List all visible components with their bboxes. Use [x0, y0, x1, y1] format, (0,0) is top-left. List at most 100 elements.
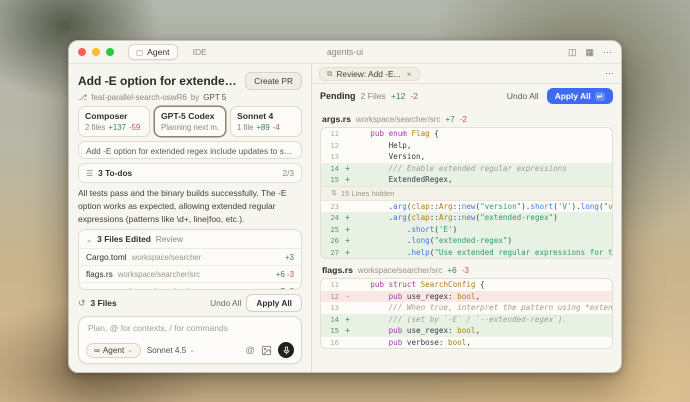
undo-all-button-left[interactable]: Undo All [210, 298, 241, 308]
agent-cards: Composer2 files+137-59GPT-5 CodexPlannin… [78, 106, 302, 137]
file-row[interactable]: Cargo.toml workspace/searcher +3 [79, 249, 301, 265]
review-tabbar: ⧉ Review: Add -E... × ⋯ [312, 64, 621, 84]
review-tab-label: Review: Add -E... [336, 69, 400, 79]
code-text: .short('E') [352, 225, 612, 234]
app-window: agents-ui ▢ Agent IDE ◫ ▦ ⋯ Add -E optio… [68, 40, 622, 373]
file-row[interactable]: flags.rsworkspace/searcher/src+6-3 [79, 265, 301, 282]
apply-all-label: Apply All [555, 91, 591, 101]
tab-agent-label: Agent [147, 47, 169, 57]
diff-file-header[interactable]: flags.rsworkspace/searcher/src+6-3 [320, 262, 613, 278]
minimize-window-button[interactable] [92, 48, 100, 56]
code-text: pub verbose: bool, [352, 338, 612, 347]
model-selector[interactable]: Sonnet 4.5 ⌄ [147, 346, 195, 355]
diff-file-header[interactable]: args.rsworkspace/searcher/src+7-2 [320, 111, 613, 127]
agent-card[interactable]: GPT-5 CodexPlanning next m... [154, 106, 226, 137]
added-count: +7 [276, 287, 285, 290]
code-text: /// (set by `-E` / `--extended-regex`). [352, 315, 612, 324]
composer-controls: ∞ Agent ⌄ Sonnet 4.5 ⌄ @ [86, 342, 294, 358]
agent-card[interactable]: Sonnet 4 1 file+89-4 [230, 106, 302, 137]
agent-panel: Add -E option for extended regex Create … [69, 64, 312, 372]
agent-card-title: GPT-5 Codex [161, 111, 219, 121]
diff-sign: + [343, 213, 352, 222]
file-name: Cargo.toml [86, 252, 127, 262]
file-path: workspace/searcher [132, 253, 280, 262]
code-card: 11 pub enum Flag {12 Help,13 Version,14+… [320, 127, 613, 259]
return-key-icon: ↵ [595, 92, 605, 101]
branch-model: GPT 5 [203, 94, 226, 102]
hidden-lines-row[interactable]: ⇅15 Lines hidden [321, 186, 612, 201]
diff-file-section: flags.rsworkspace/searcher/src+6-311 pub… [320, 262, 613, 349]
layout-columns-icon[interactable]: ◫ [568, 47, 577, 58]
review-link[interactable]: Review [156, 234, 183, 244]
branch-row: ⎇ feat-parallel-search-oswR6 by GPT 5 [78, 94, 302, 102]
tab-ide[interactable]: IDE [186, 45, 214, 59]
diff-line: 14+ /// Enable extended regular expressi… [321, 163, 612, 175]
diff-line: 15+ pub use_regex: bool, [321, 325, 612, 337]
line-number: 14 [321, 164, 343, 173]
create-pr-button[interactable]: Create PR [245, 72, 302, 90]
diff-line: 14+ /// (set by `-E` / `--extended-regex… [321, 314, 612, 326]
file-name: flags.rs [86, 269, 113, 279]
composer-input[interactable]: Plan, @ for contexts, / for commands ∞ A… [78, 316, 302, 364]
line-number: 15 [321, 175, 343, 184]
removed-count: -3 [287, 270, 294, 279]
close-review-tab-icon[interactable]: × [407, 69, 412, 79]
prompt-preview[interactable]: Add -E option for extended regex include… [78, 141, 302, 160]
tab-agent[interactable]: ▢ Agent [128, 44, 178, 60]
close-window-button[interactable] [78, 48, 86, 56]
agent-card-title: Composer [85, 111, 143, 121]
file-path: workspace/searcher/src [358, 266, 442, 275]
files-edited-header[interactable]: ⌄ 3 Files Edited Review [79, 230, 301, 249]
line-number: 15 [321, 326, 343, 335]
file-row[interactable]: args.rsworkspace/searcher/src+7-2 [79, 282, 301, 290]
task-header: Add -E option for extended regex Create … [78, 72, 302, 90]
line-number: 11 [321, 280, 343, 289]
agent-card[interactable]: Composer2 files+137-59 [78, 106, 150, 137]
diff-sign: + [343, 315, 352, 324]
removed-count: -4 [273, 123, 280, 132]
apply-all-button-left[interactable]: Apply All [246, 294, 302, 312]
file-diff-counts: +3 [285, 253, 294, 262]
apply-all-button[interactable]: Apply All ↵ [547, 88, 613, 104]
diff-sign: + [343, 236, 352, 245]
diff-line: 25+ .short('E') [321, 224, 612, 236]
agent-mode-label: Agent [103, 346, 124, 355]
todos-label: 3 To-dos [98, 168, 132, 178]
undo-all-button[interactable]: Undo All [507, 91, 539, 101]
code-text: pub struct SearchConfig { [352, 280, 612, 289]
code-text: ExtendedRegex, [352, 175, 612, 184]
branch-name[interactable]: feat-parallel-search-oswR6 [91, 94, 187, 102]
file-diff-counts: +6-3 [276, 270, 294, 279]
removed-count: -59 [129, 123, 140, 132]
voice-input-button[interactable] [278, 342, 294, 358]
mention-icon[interactable]: @ [245, 345, 255, 356]
line-number: 13 [321, 303, 343, 312]
todos-box[interactable]: ☰ 3 To-dos 2/3 [78, 163, 302, 183]
composer-placeholder: Plan, @ for contexts, / for commands [79, 317, 301, 339]
history-icon: ↺ [78, 298, 86, 309]
diff-sign: + [343, 225, 352, 234]
files-edited-label: 3 Files Edited [97, 234, 150, 244]
diff-line: 11 pub struct SearchConfig { [321, 279, 612, 291]
file-name: flags.rs [322, 265, 353, 275]
layout-grid-icon[interactable]: ▦ [585, 47, 594, 58]
code-text: /// Enable extended regular expressions [352, 164, 612, 173]
agent-mode-selector[interactable]: ∞ Agent ⌄ [86, 343, 141, 358]
zoom-window-button[interactable] [106, 48, 114, 56]
agent-card-title: Sonnet 4 [237, 111, 295, 121]
review-added-count: +12 [391, 91, 406, 101]
line-number: 26 [321, 236, 343, 245]
agent-card-sub: 1 file+89-4 [237, 123, 295, 132]
line-number: 12 [321, 292, 343, 301]
diff-sign: - [343, 292, 352, 301]
traffic-lights [78, 48, 114, 56]
diff-view[interactable]: args.rsworkspace/searcher/src+7-2 11 pub … [312, 108, 621, 372]
chevron-down-icon: ⌄ [189, 346, 194, 354]
more-icon[interactable]: ⋯ [603, 47, 612, 58]
review-toolbar: Pending 2 Files +12 -2 Undo All Apply Al… [312, 84, 621, 108]
review-tab[interactable]: ⧉ Review: Add -E... × [319, 67, 420, 81]
image-icon[interactable] [261, 345, 272, 356]
diff-line: 12- pub use_regex: bool, [321, 291, 612, 303]
review-more-icon[interactable]: ⋯ [605, 68, 614, 79]
file-path: workspace/searcher/src [116, 287, 270, 290]
